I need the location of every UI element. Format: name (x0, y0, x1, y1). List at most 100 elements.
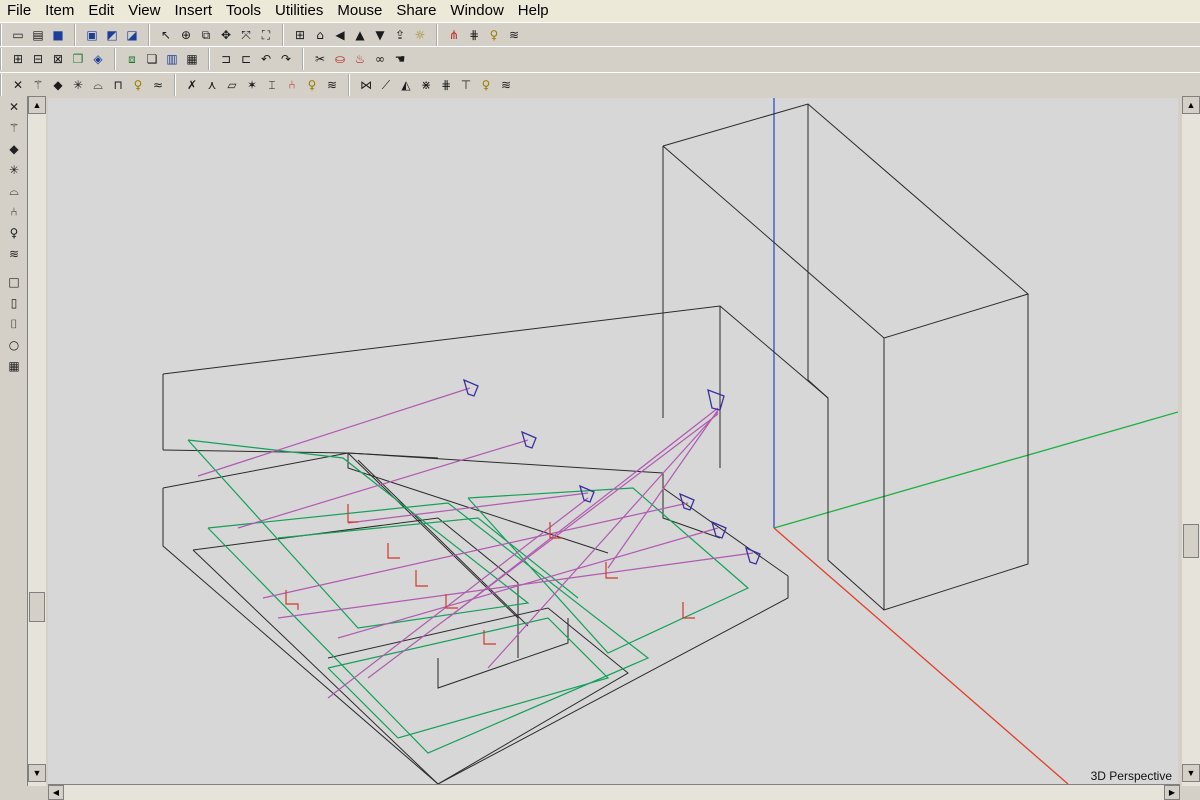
door-open-icon[interactable]: ⊏ (237, 50, 255, 68)
wand-star-icon[interactable]: ⚚ (3, 118, 25, 138)
round-icon[interactable]: ○ (3, 335, 25, 355)
beam-wave-icon[interactable]: ≋ (497, 76, 515, 94)
light-spot-icon[interactable]: ⋔ (445, 26, 463, 44)
chart-icon[interactable]: ▥ (163, 50, 181, 68)
wave-alt-icon[interactable]: ≋ (323, 76, 341, 94)
menu-mouse[interactable]: Mouse (330, 0, 389, 22)
light-wave-icon[interactable]: ≋ (505, 26, 523, 44)
cross-magic-icon[interactable]: ✕ (3, 97, 25, 117)
close-x-icon[interactable]: ✕ (9, 76, 27, 94)
spark-icon[interactable]: ✳ (69, 76, 87, 94)
scroll-right-arrow-icon[interactable]: ▶ (1164, 785, 1180, 800)
light-bulb-icon[interactable]: ♀ (485, 26, 503, 44)
copy-icon[interactable]: ❏ (143, 50, 161, 68)
sphere-grid-icon[interactable]: ▦ (3, 356, 25, 376)
paint-icon[interactable]: ♨ (351, 50, 369, 68)
beam-bulb-icon[interactable]: ♀ (477, 76, 495, 94)
beam-x-icon[interactable]: ⋈ (357, 76, 375, 94)
bucket-icon[interactable]: ⛀ (331, 50, 349, 68)
beam-diag-icon[interactable]: ⟋ (377, 76, 395, 94)
chair-small-icon[interactable]: ⑃ (283, 76, 301, 94)
lamp-icon[interactable]: ♀ (3, 223, 25, 243)
menu-insert[interactable]: Insert (167, 0, 219, 22)
sun-icon[interactable]: ☼ (411, 26, 429, 44)
tile-quad-icon[interactable]: ⊠ (49, 50, 67, 68)
scroll-down-arrow-icon[interactable]: ▼ (1182, 764, 1200, 782)
binoculars-icon[interactable]: ∞ (371, 50, 389, 68)
wand-icon[interactable]: ⚚ (29, 76, 47, 94)
menu-tools[interactable]: Tools (219, 0, 268, 22)
block-icon[interactable]: ◆ (3, 139, 25, 159)
schedule-icon[interactable]: ▦ (183, 50, 201, 68)
render-layers-icon[interactable]: ◪ (123, 26, 141, 44)
right-vertical-scrollbar[interactable]: ▲ ▼ (1182, 96, 1200, 786)
scroll-thumb[interactable] (1183, 524, 1199, 558)
solid-icon[interactable]: ◆ (49, 76, 67, 94)
luminaire-icon[interactable]: ⑃ (3, 202, 25, 222)
slab-icon[interactable]: ▱ (223, 76, 241, 94)
scroll-thumb[interactable] (29, 592, 45, 622)
redo-icon[interactable]: ↷ (277, 50, 295, 68)
bench-icon[interactable]: ⌓ (89, 76, 107, 94)
door-icon[interactable]: ⊐ (217, 50, 235, 68)
menu-file[interactable]: File (0, 0, 38, 22)
table-icon[interactable]: ⊓ (109, 76, 127, 94)
select-arrow-icon[interactable]: ↖ (157, 26, 175, 44)
open-folder-icon[interactable]: ▤ (29, 26, 47, 44)
camera-icon[interactable]: ⌂ (311, 26, 329, 44)
fit-view-icon[interactable]: ⛶ (257, 26, 275, 44)
scroll-left-arrow-icon[interactable]: ◀ (48, 785, 64, 800)
wave-field-icon[interactable]: ≋ (3, 244, 25, 264)
save-disk-icon[interactable]: ■ (49, 26, 67, 44)
beam-t-icon[interactable]: ⊤ (457, 76, 475, 94)
vx-icon[interactable]: ✗ (183, 76, 201, 94)
menu-help[interactable]: Help (511, 0, 556, 22)
desk-icon[interactable]: ⌓ (3, 181, 25, 201)
menu-window[interactable]: Window (443, 0, 510, 22)
beam-block-icon[interactable]: ◭ (397, 76, 415, 94)
bulb-small-icon[interactable]: ♀ (129, 76, 147, 94)
cascade-icon[interactable]: ❐ (69, 50, 87, 68)
beam-grid-icon[interactable]: ⋕ (437, 76, 455, 94)
viewport-3d[interactable]: 3D Perspective (48, 98, 1178, 784)
tile-view-icon[interactable]: ⊞ (9, 50, 27, 68)
menu-edit[interactable]: Edit (81, 0, 121, 22)
arrow-down-icon[interactable]: ▼ (371, 26, 389, 44)
export-icon[interactable]: ⇪ (391, 26, 409, 44)
grid-icon[interactable]: ⊞ (291, 26, 309, 44)
sparkle-icon[interactable]: ✳ (3, 160, 25, 180)
scroll-up-arrow-icon[interactable]: ▲ (1182, 96, 1200, 114)
model-icon[interactable]: ⧈ (123, 50, 141, 68)
light-array-icon[interactable]: ⋕ (465, 26, 483, 44)
menu-item[interactable]: Item (38, 0, 81, 22)
rect-icon[interactable]: □ (3, 272, 25, 292)
left-vertical-scrollbar[interactable]: ▲ ▼ (28, 96, 46, 786)
beam-fan-icon[interactable]: ⋇ (417, 76, 435, 94)
undo-icon[interactable]: ↶ (257, 50, 275, 68)
scroll-down-arrow-icon[interactable]: ▼ (28, 764, 46, 782)
zoom-extents-icon[interactable]: ⤧ (237, 26, 255, 44)
new-document-icon[interactable]: ▭ (9, 26, 27, 44)
arrow-up-icon[interactable]: ▲ (351, 26, 369, 44)
menu-utilities[interactable]: Utilities (268, 0, 330, 22)
zoom-window-icon[interactable]: ⧉ (197, 26, 215, 44)
fan-icon[interactable]: ✶ (243, 76, 261, 94)
render-pan-icon[interactable]: ◩ (103, 26, 121, 44)
wave-small-icon[interactable]: ≈ (149, 76, 167, 94)
crosshair-icon[interactable]: ⊕ (177, 26, 195, 44)
page-icon[interactable]: ▯ (3, 293, 25, 313)
wireframe-canvas[interactable]: 3D Perspective (48, 98, 1178, 784)
bulb-alt-icon[interactable]: ♀ (303, 76, 321, 94)
stair-icon[interactable]: ⌶ (263, 76, 281, 94)
move-icon[interactable]: ✥ (217, 26, 235, 44)
menu-share[interactable]: Share (389, 0, 443, 22)
layer-icon[interactable]: ◈ (89, 50, 107, 68)
horizontal-scrollbar[interactable]: ◀ ▶ (48, 784, 1180, 800)
hand-icon[interactable]: ☚ (391, 50, 409, 68)
poly-icon[interactable]: ⌷ (3, 314, 25, 334)
scissors-icon[interactable]: ✂ (311, 50, 329, 68)
menu-view[interactable]: View (121, 0, 167, 22)
tile-split-icon[interactable]: ⊟ (29, 50, 47, 68)
ex-icon[interactable]: ⋏ (203, 76, 221, 94)
render-icon[interactable]: ▣ (83, 26, 101, 44)
